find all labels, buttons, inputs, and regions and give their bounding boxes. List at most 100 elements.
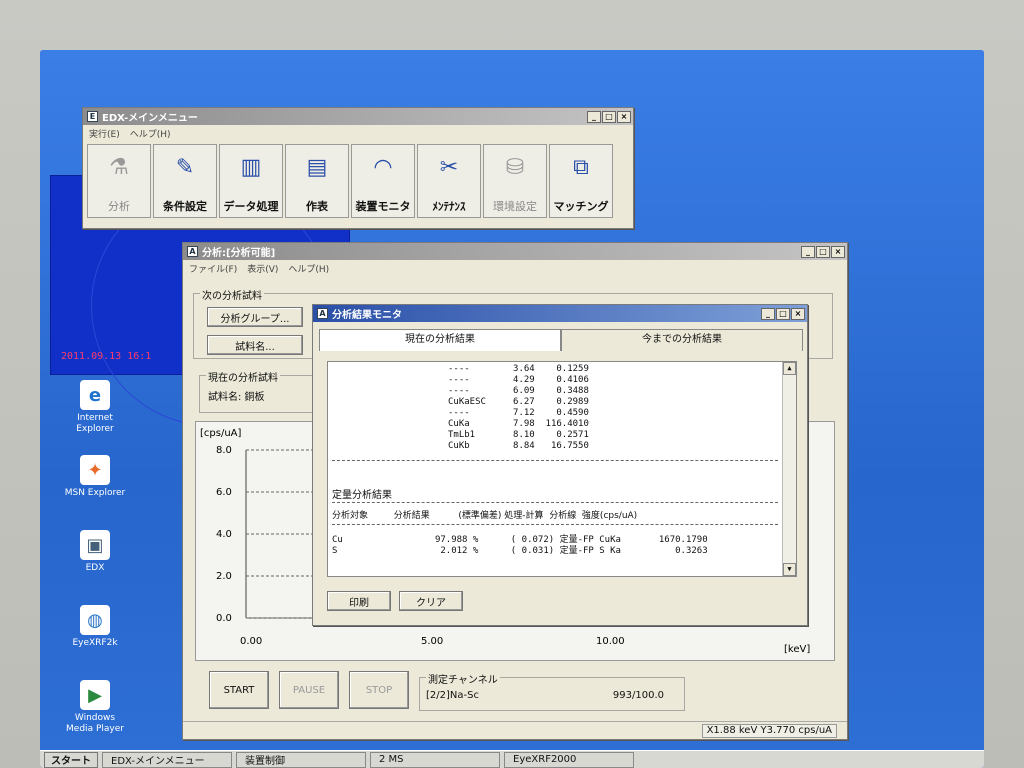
pencil-icon: ✎: [175, 154, 195, 180]
minimize-button[interactable]: _: [587, 110, 601, 123]
peak-row: CuKaESC 6.27 0.2989: [448, 397, 589, 407]
clear-button[interactable]: クリア: [399, 591, 463, 611]
menu-help[interactable]: ヘルプ(H): [130, 127, 171, 140]
start-button[interactable]: START: [209, 671, 269, 709]
wallpaper-clock: 2011.09.13 16:1: [61, 351, 152, 362]
maximize-button[interactable]: □: [816, 245, 830, 258]
sample-name: 試料名: 銅板: [208, 392, 265, 403]
x-tick-label: 5.00: [421, 636, 443, 647]
toolbar-button[interactable]: ✎ 条件設定: [153, 144, 217, 218]
main-menu-titlebar[interactable]: E EDX-メインメニュー _ □ ×: [83, 108, 633, 125]
tab-history-results[interactable]: 今までの分析結果: [561, 329, 803, 351]
desktop-icon-glyph: ✦: [80, 455, 110, 485]
y-unit-label: [cps/uA]: [200, 428, 242, 439]
toolbar-label: 条件設定: [163, 200, 207, 213]
peak-row: TmLb1 8.10 0.2571: [448, 430, 589, 440]
sample-name-button[interactable]: 試料名...: [207, 335, 303, 355]
divider: [332, 502, 778, 503]
channel-value: [2/2]Na-Sc: [426, 690, 479, 701]
current-sample-group: 現在の分析試料 試料名: 銅板: [199, 369, 313, 413]
taskbar-item[interactable]: EyeXRF2000: [504, 751, 634, 768]
y-tick-label: 8.0: [216, 445, 232, 456]
peak-row: ---- 6.09 0.3488: [448, 386, 589, 396]
start-button[interactable]: スタート: [44, 751, 98, 768]
print-button[interactable]: 印刷: [327, 591, 391, 611]
sample-icon: ⚗: [109, 154, 129, 180]
desktop-icon-glyph: e: [80, 380, 110, 410]
peak-row: ---- 7.12 0.4590: [448, 408, 589, 418]
taskbar-item[interactable]: 2 MS: [370, 751, 500, 768]
x-tick-label: 0.00: [240, 636, 262, 647]
taskbar-item[interactable]: 装置制御: [236, 751, 366, 768]
pause-button[interactable]: PAUSE: [279, 671, 339, 709]
close-button[interactable]: ×: [617, 110, 631, 123]
taskbar-item[interactable]: EDX-メインメニュー: [102, 751, 232, 768]
desktop: 2011.09.13 16:1 e Internet Explorer ✦ MSN E…: [40, 50, 984, 768]
scroll-up-arrow[interactable]: ▲: [783, 362, 796, 375]
stop-button[interactable]: STOP: [349, 671, 409, 709]
spectrum-icon: ▥: [240, 154, 262, 180]
desktop-icon-label: Windows Media Player: [66, 713, 124, 734]
toolbar-button[interactable]: ▤ 作表: [285, 144, 349, 218]
analysis-title: 分析:[分析可能]: [202, 248, 276, 259]
menu-help[interactable]: ヘルプ(H): [288, 262, 329, 275]
analysis-app-icon: A: [187, 246, 198, 257]
desktop-icon[interactable]: ◍ EyeXRF2k: [50, 605, 140, 649]
minimize-button[interactable]: _: [761, 307, 775, 320]
desktop-icon[interactable]: ✦ MSN Explorer: [50, 455, 140, 499]
desktop-icon[interactable]: ▣ EDX: [50, 530, 140, 574]
peak-row: ---- 4.29 0.4106: [448, 375, 589, 385]
analysis-group-button[interactable]: 分析グループ...: [207, 307, 303, 327]
toolbar-label: 環境設定: [493, 200, 537, 213]
x-unit-label: [keV]: [784, 644, 810, 655]
result-monitor-window: A 分析結果モニタ _ □ × 現在の分析結果 今までの分析結果 ---- 3.…: [312, 304, 808, 626]
menu-file[interactable]: ファイル(F): [189, 262, 237, 275]
desktop-icon-label: EDX: [85, 563, 105, 573]
maximize-button[interactable]: □: [776, 307, 790, 320]
close-button[interactable]: ×: [791, 307, 805, 320]
tools-icon: ✂: [439, 154, 459, 180]
toolbar-label: 装置モニタ: [355, 200, 411, 213]
vertical-scrollbar[interactable]: ▲ ▼: [782, 362, 796, 576]
quant-header: 分析対象 分析結果 (標準偏差) 処理-計算 分析線 強度(cps/uA): [332, 511, 638, 521]
toolbar-button[interactable]: ✂ ﾒﾝﾃﾅﾝｽ: [417, 144, 481, 218]
desktop-icon[interactable]: e Internet Explorer: [50, 380, 140, 435]
toolbar-button[interactable]: ⧉ マッチング: [549, 144, 613, 218]
menu-run[interactable]: 実行(E): [89, 127, 120, 140]
analysis-titlebar[interactable]: A 分析:[分析可能] _ □ ×: [183, 243, 847, 260]
toolbar-button[interactable]: ◠ 装置モニタ: [351, 144, 415, 218]
scroll-down-arrow[interactable]: ▼: [783, 563, 796, 576]
y-tick-label: 2.0: [216, 571, 232, 582]
y-tick-label: 6.0: [216, 487, 232, 498]
tab-current-results[interactable]: 現在の分析結果: [319, 329, 561, 351]
y-tick-label: 0.0: [216, 613, 232, 624]
cursor-readout: X1.88 keV Y3.770 cps/uA: [701, 724, 837, 738]
main-menu-window: E EDX-メインメニュー _ □ × 実行(E) ヘルプ(H) ⚗ 分析 ✎ 条件設…: [82, 107, 634, 229]
toolbar-label: マッチング: [553, 200, 609, 213]
minimize-button[interactable]: _: [801, 245, 815, 258]
peak-row: ---- 3.64 0.1259: [448, 364, 589, 374]
channel-label: 測定チャンネル: [426, 671, 500, 686]
result-titlebar[interactable]: A 分析結果モニタ _ □ ×: [313, 305, 807, 322]
app-icon: E: [87, 111, 98, 122]
desktop-icon-glyph: ◍: [80, 605, 110, 635]
main-menu-title: EDX-メインメニュー: [102, 113, 198, 124]
desktop-icon-glyph: ▣: [80, 530, 110, 560]
peak-row: CuKa 7.98 116.4010: [448, 419, 589, 429]
menu-view[interactable]: 表示(V): [247, 262, 278, 275]
next-sample-label: 次の分析試料: [200, 287, 264, 302]
gauge-icon: ◠: [373, 154, 393, 180]
desktop-icon-glyph: ▶: [80, 680, 110, 710]
divider: [332, 460, 778, 461]
maximize-button[interactable]: □: [602, 110, 616, 123]
toolbar-button[interactable]: ⚗ 分析: [87, 144, 151, 218]
close-button[interactable]: ×: [831, 245, 845, 258]
disk-icon: ⛁: [505, 154, 525, 180]
result-text-area[interactable]: ---- 3.64 0.1259 ---- 4.29 0.4106 ---- 6.0…: [327, 361, 797, 577]
desktop-icon-label: Internet Explorer: [76, 413, 114, 434]
desktop-icon[interactable]: ▶ Windows Media Player: [50, 680, 140, 735]
result-app-icon: A: [317, 308, 328, 319]
toolbar-button[interactable]: ⛁ 環境設定: [483, 144, 547, 218]
x-tick-label: 10.00: [596, 636, 625, 647]
toolbar-button[interactable]: ▥ データ処理: [219, 144, 283, 218]
